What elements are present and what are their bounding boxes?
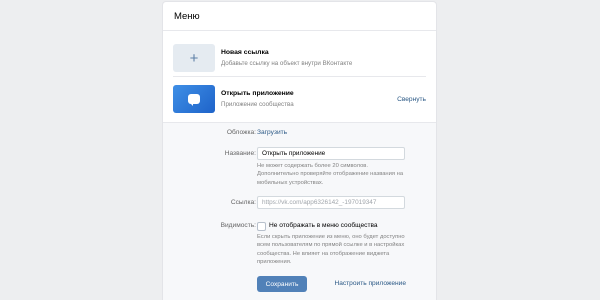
plus-icon[interactable]: + [173,44,215,72]
visibility-hint: Если скрыть приложение из меню, оно буде… [257,234,405,265]
name-input[interactable] [257,147,405,160]
menu-item-title: Открыть приложение [221,90,294,97]
cover-label: Обложка: [226,129,256,136]
menu-item-subtitle: Добавьте ссылку на объект внутри ВКонтак… [221,60,353,67]
link-label: Ссылка: [230,199,256,206]
visibility-label: Видимость: [220,222,256,229]
upload-cover-link[interactable]: Загрузить [257,129,287,136]
card-title: Меню [174,10,200,22]
card-header: Меню [163,2,436,31]
divider [173,76,426,77]
name-hint: Не может содержать более 20 символов. До… [257,163,404,186]
link-input[interactable] [257,196,405,209]
item-settings-panel: Обложка: Загрузить Название: Не может со… [163,122,436,300]
hide-from-menu-checkbox[interactable] [257,222,266,231]
app-settings-link[interactable]: Настроить приложение [334,280,406,287]
message-bubble-icon [188,94,200,106]
name-label: Название: [224,150,256,157]
menu-item-new-link[interactable]: + Новая ссылка Добавьте ссылку на объект… [173,41,426,75]
menu-item-open-app[interactable]: Открыть приложение Приложение сообщества… [173,82,426,116]
menu-card: Меню + Новая ссылка Добавьте ссылку на о… [163,2,436,300]
app-thumbnail [173,85,215,113]
menu-item-text: Открыть приложение Приложение сообщества [221,89,397,109]
menu-item-title: Новая ссылка [221,49,269,56]
hide-from-menu-label[interactable]: Не отображать в меню сообщества [269,222,378,229]
collapse-link[interactable]: Свернуть [397,96,426,103]
menu-item-text: Новая ссылка Добавьте ссылку на объект в… [221,48,426,68]
menu-item-subtitle: Приложение сообщества [221,101,294,108]
save-button[interactable]: Сохранить [257,276,307,292]
